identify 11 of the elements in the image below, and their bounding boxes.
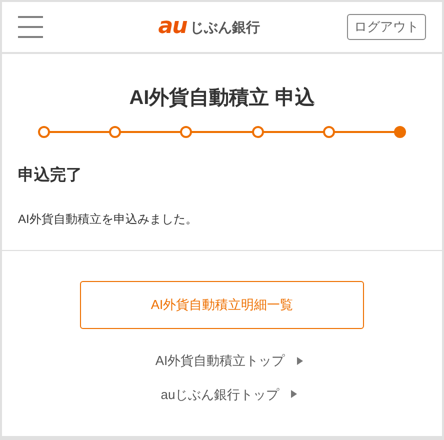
logo-mark: au: [158, 16, 187, 38]
logout-button[interactable]: ログアウト: [347, 14, 426, 40]
page-title: AI外貨自動積立 申込: [128, 86, 316, 111]
caret-icon: [291, 390, 298, 398]
caret-icon: [296, 356, 303, 365]
menu-icon[interactable]: [18, 16, 43, 38]
nav-link[interactable]: AI外貨自動積立トップ: [155, 351, 285, 370]
logo-text: じぶん銀行: [190, 18, 260, 36]
nav-link[interactable]: auじぶん銀行トップ: [160, 384, 280, 404]
section-heading: 申込完了: [18, 165, 83, 186]
completion-message: AI外貨自動積立を申込みました。: [18, 211, 198, 228]
